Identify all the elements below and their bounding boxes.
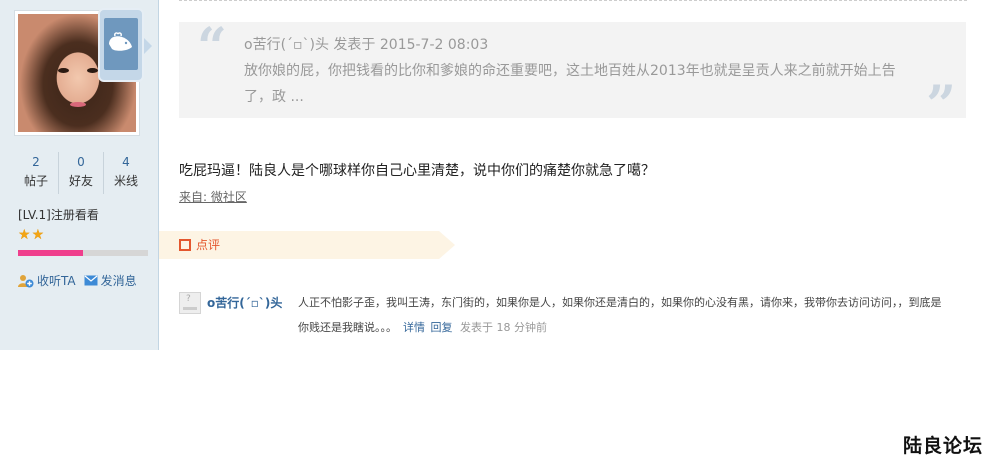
comment-detail-link[interactable]: 详情 — [403, 321, 425, 334]
commenter-name[interactable]: o苦行(ˊ▫ˋ)头 — [207, 294, 282, 311]
comment-box-icon — [179, 239, 191, 251]
follow-icon — [18, 274, 34, 287]
stat-friends[interactable]: 0 好友 — [59, 152, 104, 194]
comment-time: 发表于 18 分钟前 — [460, 321, 547, 334]
post-source-link[interactable]: 来自: 微社区 — [179, 188, 247, 205]
follow-label[interactable]: 收听TA — [37, 272, 76, 289]
stat-posts-label: 帖子 — [23, 174, 48, 188]
stat-posts-value[interactable]: 2 — [14, 152, 58, 172]
quote-close-icon: ” — [926, 75, 956, 136]
level-stars: ★ ★ — [18, 228, 44, 242]
user-level[interactable]: [LV.1]注册看看 — [18, 206, 99, 223]
level-progress-fill — [18, 250, 83, 256]
quote-body: 放你娘的屁，你把钱看的比你和爹娘的命还重要吧，这土地百姓从2013年也就是呈贡人… — [244, 63, 896, 105]
user-stats: 2 帖子 0 好友 4 米线 — [14, 152, 148, 194]
follow-button[interactable]: 收听TA — [17, 272, 76, 289]
post-divider — [179, 0, 967, 1]
site-logo: 陆良论坛 — [902, 435, 983, 457]
commenter-avatar[interactable]: ? — [179, 292, 201, 314]
comment-tab-label: 点评 — [196, 238, 221, 252]
user-actions: 收听TA 发消息 — [17, 272, 137, 289]
stat-credits-label: 米线 — [113, 174, 138, 188]
mobile-post-icon — [98, 8, 144, 82]
star-icon: ★ — [31, 227, 45, 243]
message-button[interactable]: 发消息 — [84, 272, 137, 289]
level-progress-bar — [18, 250, 148, 256]
user-sidebar: 2 帖子 0 好友 4 米线 [LV.1]注册看看 ★ ★ 收听TA 发消息 — [0, 0, 159, 350]
comment-text: 人正不怕影子歪，我叫王涛，东门街的，如果你是人，如果你还是清白的，如果你的心没有… — [298, 296, 942, 334]
stat-friends-label: 好友 — [68, 174, 93, 188]
stat-friends-value[interactable]: 0 — [59, 152, 103, 172]
stat-credits[interactable]: 4 米线 — [104, 152, 148, 194]
quote-open-icon: “ — [197, 17, 227, 78]
badge-pointer — [144, 38, 152, 54]
star-icon: ★ — [18, 227, 31, 243]
quoted-post: “ o苦行(ˊ▫ˋ)头 发表于 2015-7-2 08:03 放你娘的屁，你把钱… — [179, 17, 966, 132]
stat-credits-value[interactable]: 4 — [104, 152, 148, 172]
quote-header: o苦行(ˊ▫ˋ)头 发表于 2015-7-2 08:03 — [244, 37, 489, 53]
message-label[interactable]: 发消息 — [101, 272, 137, 289]
comment-item: 人正不怕影子歪，我叫王涛，东门街的，如果你是人，如果你还是清白的，如果你的心没有… — [298, 290, 948, 340]
comment-reply-link[interactable]: 回复 — [431, 321, 453, 334]
post-text: 吃屁玛逼！陆良人是个哪球样你自己心里清楚，说中你们的痛楚你就急了噶？ — [179, 163, 655, 179]
envelope-icon — [84, 275, 98, 286]
stat-posts[interactable]: 2 帖子 — [14, 152, 59, 194]
comment-section-header: 点评 — [159, 231, 455, 259]
